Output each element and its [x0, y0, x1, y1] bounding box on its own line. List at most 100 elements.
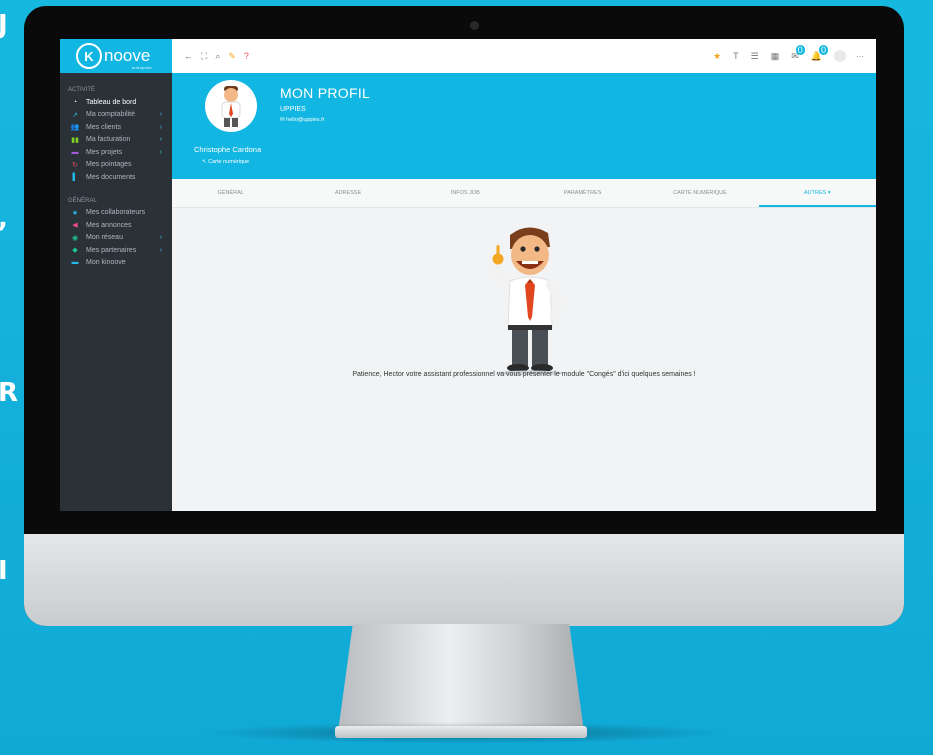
sidebar-item-megaphone[interactable]: ◀ Mes annonces: [60, 219, 172, 232]
invoice-icon: ▮▮: [71, 136, 79, 144]
users-icon: 👥: [70, 124, 80, 132]
email-line[interactable]: ✉ hello@uppies.fr: [280, 117, 324, 123]
sidebar-item-label: Ma comptabilité: [86, 111, 136, 119]
tab-5[interactable]: CARTE NUMÉRIQUE: [641, 179, 758, 207]
chat-icon[interactable]: ✉ 0: [791, 44, 805, 62]
sidebar-item-label: Mes collaborateurs: [86, 209, 146, 217]
sidebar-item-label: Mon réseau: [86, 234, 123, 242]
tab-1[interactable]: GÉNÉRAL: [172, 179, 289, 207]
back-arrow-icon[interactable]: ←: [184, 51, 193, 61]
edge-letter-4: I: [0, 556, 8, 586]
tab-6[interactable]: AUTRES ▾: [758, 179, 876, 207]
sidebar-item-dashboard[interactable]: ◔ Tableau de bord: [60, 96, 172, 109]
magic-wand-icon[interactable]: ✎: [228, 51, 236, 61]
profile-name: Christophe Cardona: [194, 145, 262, 154]
monitor-chin: [24, 534, 904, 626]
fullscreen-icon[interactable]: ⛶: [201, 51, 207, 61]
dashboard-icon: ◔: [72, 98, 78, 106]
sidebar-item-handshake[interactable]: ◆ Mes partenaires ›: [60, 244, 172, 257]
logo[interactable]: K noove entreprise: [60, 39, 172, 73]
count-badge: 0: [818, 44, 828, 55]
company-name: UPPIES: [280, 106, 306, 113]
list-icon[interactable]: ☰: [751, 51, 759, 62]
tab-4[interactable]: PARAMÈTRES: [524, 179, 641, 207]
star-glyph: ★: [713, 50, 722, 61]
sidebar-general-list: ★ Mes collaborateurs ◀ Mes annonces ◉ Mon rés…: [60, 207, 172, 270]
star-icon: ★: [71, 209, 79, 217]
search-icon[interactable]: ⌕: [215, 51, 220, 61]
sidebar-item-document[interactable]: ▌ Mes documents: [60, 171, 172, 184]
chevron-right-icon: ›: [159, 148, 162, 156]
profile-banner: Christophe Cardona ↖ Carte numérique MON…: [172, 73, 876, 179]
chevron-right-icon: ›: [159, 234, 162, 242]
document-icon: ▌: [72, 173, 78, 181]
list-glyph: ☰: [750, 50, 759, 61]
sidebar-item-label: Mon kinoove: [86, 259, 126, 267]
sidebar-item-label: Ma facturation: [86, 136, 131, 144]
tab-3[interactable]: INFOS JOB: [407, 179, 524, 207]
profile-avatar[interactable]: [205, 80, 257, 132]
calendar-glyph: ▦: [770, 50, 780, 61]
sidebar-item-briefcase[interactable]: ▬ Mes projets ›: [60, 146, 172, 159]
tab-2[interactable]: ADRESSE: [289, 179, 406, 207]
handshake-icon: ◆: [72, 247, 78, 255]
app-screen: K noove entreprise ACTIVITÉ ◔ Tableau de …: [60, 39, 876, 511]
chevron-right-icon: ›: [159, 136, 162, 144]
cart-icon: ▬: [71, 259, 79, 267]
digital-card-link[interactable]: ↖ Carte numérique: [202, 159, 249, 165]
chevron-right-icon: ›: [159, 246, 162, 254]
sidebar-item-label: Mes pointages: [86, 161, 132, 169]
stand-base: [335, 726, 587, 738]
sidebar-item-sync[interactable]: ↻ Mes pointages: [60, 159, 172, 172]
help-icon[interactable]: ?: [244, 51, 249, 61]
logo-text: noove: [104, 46, 151, 65]
topbar: ← ⛶ ⌕ ✎? ★ T ☰ ▦ ✉ 0 🔔 0 ···: [172, 39, 876, 73]
sidebar-item-invoice[interactable]: ▮▮ Ma facturation ›: [60, 134, 172, 147]
topbar-right-tools: ★ T ☰ ▦ ✉ 0 🔔 0: [701, 44, 828, 62]
monitor-stand: [338, 624, 584, 732]
logo-mark: K: [76, 43, 102, 69]
sidebar-item-label: Tableau de bord: [86, 98, 137, 106]
chevron-right-icon: ›: [159, 111, 162, 119]
profile-tabs: GÉNÉRAL ADRESSE INFOS JOB PARAMÈTRES CARTE N…: [172, 179, 876, 208]
monitor-camera: [470, 21, 479, 30]
sidebar-item-cart[interactable]: ▬ Mon kinoove: [60, 257, 172, 270]
sync-icon: ↻: [72, 161, 78, 169]
sidebar-item-label: Mes documents: [86, 173, 136, 181]
hector-avatar-icon: [221, 86, 241, 127]
sidebar-item-label: Mes partenaires: [86, 246, 137, 254]
user-avatar[interactable]: [834, 50, 846, 62]
sidebar: K noove entreprise ACTIVITÉ ◔ Tableau de …: [60, 39, 172, 511]
sidebar-item-star[interactable]: ★ Mes collaborateurs: [60, 207, 172, 220]
sidebar-activity-list: ◔ Tableau de bord ↗ Ma comptabilité › 👥 Mes cl…: [60, 96, 172, 184]
email-text: hello@uppies.fr: [286, 117, 325, 123]
more-menu-icon[interactable]: ···: [856, 52, 864, 61]
sidebar-item-network[interactable]: ◉ Mon réseau ›: [60, 232, 172, 245]
main-content: Patience, Hector votre assistant profess…: [172, 208, 876, 511]
digital-card-label: Carte numérique: [208, 159, 250, 165]
text-size-icon[interactable]: T: [733, 51, 739, 61]
sidebar-item-chart[interactable]: ↗ Ma comptabilité ›: [60, 109, 172, 122]
sidebar-section-activity: ACTIVITÉ: [68, 87, 96, 93]
monitor-bezel: K noove entreprise ACTIVITÉ ◔ Tableau de …: [24, 6, 904, 626]
sidebar-section-general: GÉNÉRAL: [68, 197, 97, 204]
notification-bell-icon[interactable]: 🔔 0: [811, 44, 828, 62]
network-icon: ◉: [71, 234, 79, 242]
chart-icon: ↗: [72, 111, 78, 119]
sidebar-item-users[interactable]: 👥 Mes clients ›: [60, 121, 172, 134]
star-icon[interactable]: ★: [713, 51, 721, 62]
topbar-left-tools: ← ⛶ ⌕ ✎?: [184, 51, 257, 62]
briefcase-icon: ▬: [71, 148, 79, 156]
calendar-icon[interactable]: ▦: [771, 51, 780, 62]
coming-soon-message: Patience, Hector votre assistant profess…: [352, 371, 696, 378]
sidebar-item-label: Mes clients: [86, 123, 122, 131]
logo-subtitle: entreprise: [132, 65, 152, 70]
edge-letter-2: ,: [0, 204, 8, 234]
text-size-glyph: T: [733, 51, 739, 61]
sidebar-item-label: Mes annonces: [86, 221, 132, 229]
hector-mascot-icon: [491, 227, 564, 375]
edge-letter-3: R: [0, 378, 19, 408]
edge-letter-1: J: [0, 10, 8, 40]
sidebar-item-label: Mes projets: [86, 148, 123, 156]
count-badge: 0: [795, 44, 805, 55]
